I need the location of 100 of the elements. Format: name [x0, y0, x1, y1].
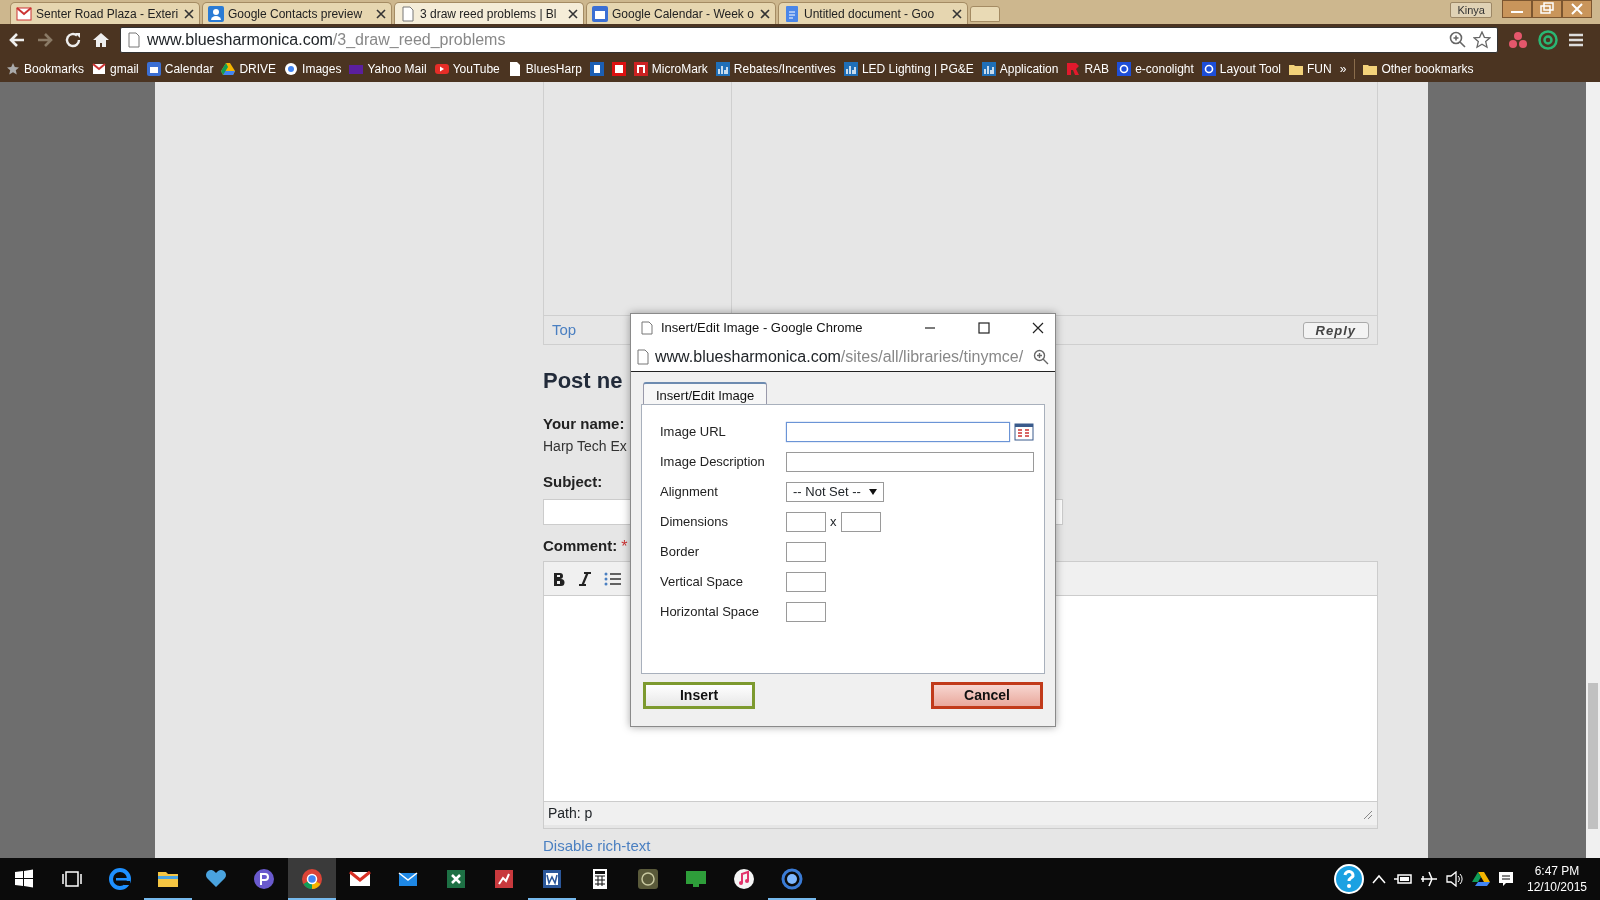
insert-button[interactable]: Insert — [643, 682, 755, 709]
star-icon — [6, 62, 20, 76]
bookmark-link[interactable]: e-conolight — [1117, 60, 1194, 78]
reload-icon[interactable] — [64, 31, 82, 49]
bookmark-link[interactable]: Rebates/Incentives — [715, 60, 836, 78]
scroll-thumb[interactable] — [1588, 683, 1598, 829]
section-heading: Post ne — [543, 367, 623, 395]
ring-icon — [1117, 62, 1132, 76]
bookmark-link[interactable]: Calendar — [146, 60, 214, 78]
bookmark-link[interactable]: gmail — [92, 60, 139, 78]
more-bookmarks-button[interactable]: » — [1339, 60, 1347, 78]
chart-icon — [843, 62, 858, 76]
clock-time: 6:47 PM — [1533, 863, 1581, 879]
star-icon[interactable] — [1473, 31, 1491, 49]
dots-icon[interactable] — [1508, 31, 1528, 49]
browse-icon[interactable] — [1014, 422, 1034, 442]
square-icon[interactable] — [589, 62, 604, 76]
bookmark-link[interactable]: RAB — [1066, 60, 1110, 78]
chart-icon — [981, 62, 996, 76]
triangle-icon — [221, 62, 236, 76]
bookmark-link[interactable]: MicroMark — [633, 60, 708, 78]
browser-tab[interactable]: Untitled document - Goo — [778, 2, 968, 24]
list-icon[interactable] — [604, 570, 622, 587]
user-name[interactable]: Kinya — [1450, 2, 1492, 18]
chart-icon — [492, 867, 516, 891]
dropdown[interactable]: -- Not Set -- — [786, 482, 884, 502]
close-icon[interactable] — [376, 8, 386, 19]
help-icon[interactable] — [1334, 864, 1364, 894]
input-field[interactable] — [786, 602, 826, 622]
browser-tab[interactable]: 3 draw reed problems | Bl — [394, 2, 584, 24]
maximize-icon[interactable] — [977, 321, 991, 335]
browser-tab[interactable]: Senter Road Plaza - Exteri — [10, 2, 200, 24]
zoom-icon[interactable] — [1449, 31, 1467, 49]
address-bar[interactable]: www.bluesharmonica.com/3_draw_reed_problems — [120, 27, 1498, 53]
reply-button[interactable]: Reply — [1302, 321, 1369, 339]
zoom-icon[interactable] — [1033, 348, 1049, 365]
chrome-icon — [300, 867, 324, 891]
square-icon — [633, 62, 648, 76]
italic-icon[interactable] — [578, 570, 592, 587]
bookmark-link[interactable]: Layout Tool — [1201, 60, 1281, 78]
close-icon[interactable] — [760, 8, 770, 19]
bookmark-link[interactable]: Yahoo Mail — [349, 60, 427, 78]
home-icon[interactable] — [92, 31, 110, 49]
taskbar-app[interactable] — [288, 858, 336, 900]
input-field[interactable] — [786, 422, 1010, 442]
cancel-button[interactable]: Cancel — [931, 682, 1043, 709]
folder-icon — [1363, 62, 1378, 76]
field-label: Comment: — [543, 536, 618, 556]
bookmark-link[interactable]: DRIVE — [221, 60, 277, 78]
input-field[interactable] — [786, 542, 826, 562]
triangle-icon[interactable] — [1472, 871, 1490, 887]
field-label: Alignment — [660, 483, 719, 502]
volume-icon[interactable] — [1446, 871, 1464, 887]
airplane-icon[interactable] — [1420, 871, 1438, 887]
e-icon — [108, 867, 132, 891]
clock[interactable]: 6:47 PM 12/10/2015 — [1522, 863, 1592, 895]
calendar-icon — [146, 62, 161, 76]
bold-icon[interactable] — [552, 570, 566, 587]
clock-date: 12/10/2015 — [1525, 879, 1589, 895]
window-title: Insert/Edit Image - Google Chrome — [661, 319, 864, 338]
input-field[interactable] — [840, 512, 881, 532]
separator-text: x — [830, 513, 837, 532]
bookmark-link[interactable]: BluesHarp — [507, 60, 582, 78]
document-icon — [540, 867, 564, 891]
spreadsheet-icon — [444, 867, 468, 891]
battery-icon[interactable] — [1394, 873, 1412, 885]
chevron-up-icon[interactable] — [1372, 874, 1386, 884]
square-icon[interactable] — [611, 62, 626, 76]
browser-tab[interactable]: Google Calendar - Week o — [586, 2, 776, 24]
bookmark-link[interactable]: LED Lighting | PG&E — [843, 60, 974, 78]
dialog-tab[interactable]: Insert/Edit Image — [643, 382, 768, 404]
bookmark-link[interactable]: FUN — [1289, 60, 1332, 78]
page-icon — [507, 62, 522, 76]
bookmark-link[interactable]: Application — [981, 60, 1059, 78]
name-value: Harp Tech Ex — [543, 436, 627, 456]
bookmark-link[interactable]: Images — [284, 60, 342, 78]
input-field[interactable] — [786, 452, 1034, 472]
mail-icon — [16, 5, 32, 22]
input-field[interactable] — [786, 512, 826, 532]
field-label: Image URL — [660, 423, 727, 442]
browser-tab[interactable]: Google Contacts preview — [202, 2, 392, 24]
page-icon — [127, 32, 141, 48]
field-label: Dimensions — [660, 513, 729, 532]
circle-icon — [284, 62, 299, 76]
close-icon[interactable] — [184, 8, 194, 19]
forward-icon[interactable] — [36, 32, 54, 48]
scrollbar[interactable] — [1586, 82, 1600, 858]
menu-icon[interactable] — [1568, 32, 1584, 48]
close-icon[interactable] — [1031, 321, 1045, 335]
close-icon[interactable] — [568, 8, 578, 19]
back-icon[interactable] — [8, 32, 26, 48]
close-icon[interactable] — [952, 8, 962, 19]
input-field[interactable] — [786, 572, 826, 592]
notification-icon[interactable] — [1498, 871, 1514, 887]
field-label: Border — [660, 543, 701, 562]
page-icon — [641, 321, 653, 335]
bookmark-link[interactable]: Bookmarks — [6, 60, 85, 78]
folder-icon — [1289, 62, 1303, 76]
bookmark-link[interactable]: YouTube — [434, 60, 500, 78]
bookmark-folder[interactable]: Other bookmarks — [1363, 60, 1474, 78]
